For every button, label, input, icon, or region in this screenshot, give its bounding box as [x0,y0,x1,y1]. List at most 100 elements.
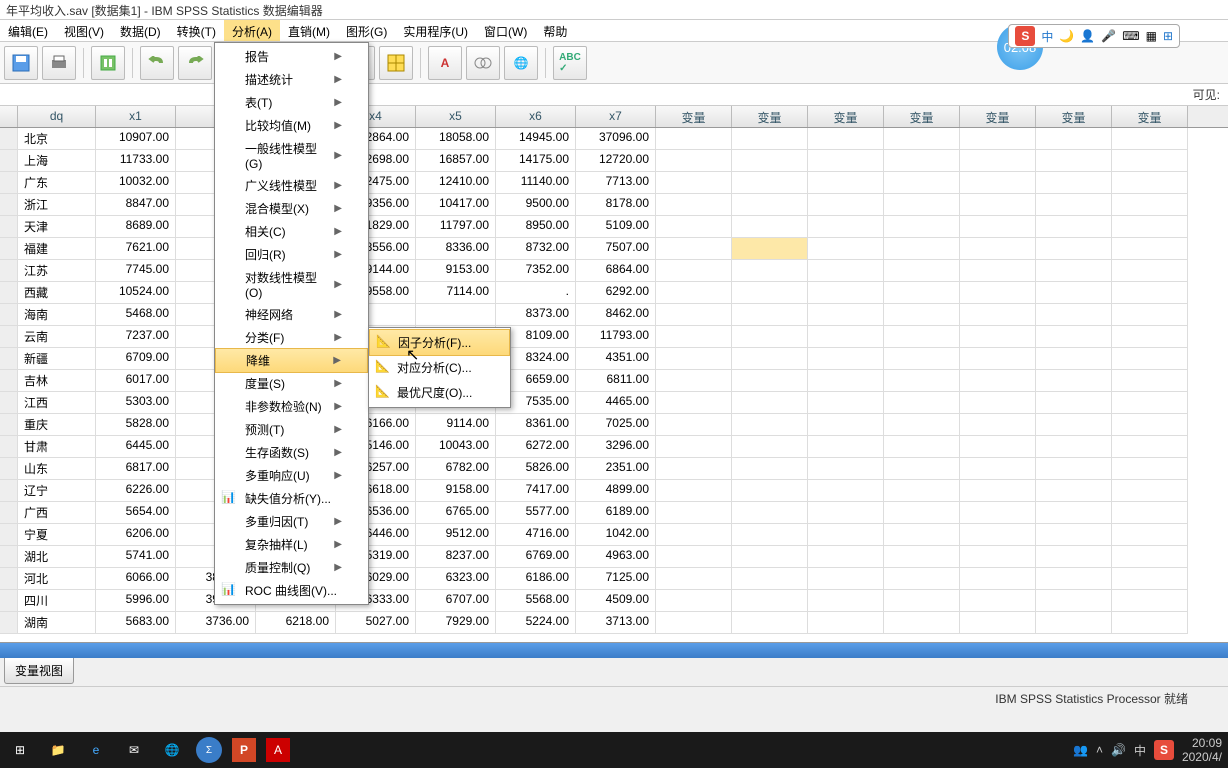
data-cell[interactable]: 8847.00 [96,194,176,216]
data-cell[interactable] [884,436,960,458]
data-cell[interactable] [808,304,884,326]
menu-dropdown-item[interactable]: 预测(T)▶ [215,418,368,441]
data-cell[interactable] [884,392,960,414]
data-cell[interactable]: 8373.00 [496,304,576,326]
data-cell[interactable] [732,194,808,216]
menu-dropdown-item[interactable]: 描述统计▶ [215,68,368,91]
data-cell[interactable] [1036,458,1112,480]
data-cell[interactable]: 8732.00 [496,238,576,260]
data-cell[interactable] [808,348,884,370]
data-cell[interactable]: 6445.00 [96,436,176,458]
data-cell[interactable] [1112,568,1188,590]
data-cell[interactable]: 5826.00 [496,458,576,480]
data-cell[interactable]: 9114.00 [416,414,496,436]
data-cell[interactable] [732,392,808,414]
data-cell[interactable]: 西藏 [18,282,96,304]
grid-icon[interactable]: ▦ [1146,29,1157,43]
data-cell[interactable]: 6292.00 [576,282,656,304]
data-cell[interactable] [1036,524,1112,546]
data-cell[interactable] [732,172,808,194]
data-cell[interactable] [656,326,732,348]
grid2-icon[interactable] [379,46,413,80]
label-icon[interactable]: A [428,46,462,80]
data-cell[interactable]: 8361.00 [496,414,576,436]
mail-icon[interactable]: ✉ [120,736,148,764]
column-header[interactable]: 变量 [656,106,732,127]
data-cell[interactable] [656,172,732,194]
data-cell[interactable] [732,502,808,524]
data-cell[interactable] [1112,524,1188,546]
data-cell[interactable] [960,326,1036,348]
data-cell[interactable] [1036,370,1112,392]
sogou-tray-icon[interactable]: S [1154,740,1174,760]
data-cell[interactable] [732,524,808,546]
data-cell[interactable] [884,458,960,480]
data-cell[interactable]: 4963.00 [576,546,656,568]
menu-dropdown-item[interactable]: 相关(C)▶ [215,220,368,243]
data-cell[interactable] [884,480,960,502]
data-cell[interactable]: 4716.00 [496,524,576,546]
data-cell[interactable] [732,282,808,304]
data-cell[interactable]: 6189.00 [576,502,656,524]
print-icon[interactable] [42,46,76,80]
data-cell[interactable]: 5741.00 [96,546,176,568]
data-cell[interactable] [960,392,1036,414]
data-cell[interactable] [732,414,808,436]
data-cell[interactable]: 江西 [18,392,96,414]
data-cell[interactable] [808,194,884,216]
data-cell[interactable] [1036,238,1112,260]
data-cell[interactable] [1036,128,1112,150]
variable-view-tab[interactable]: 变量视图 [4,658,74,684]
data-cell[interactable] [656,568,732,590]
menu-dropdown-item[interactable]: 非参数检验(N)▶ [215,395,368,418]
data-cell[interactable] [884,238,960,260]
data-cell[interactable] [960,348,1036,370]
menu-dropdown-item[interactable]: 混合模型(X)▶ [215,197,368,220]
data-cell[interactable]: 7237.00 [96,326,176,348]
globe-icon[interactable]: 🌐 [504,46,538,80]
data-cell[interactable]: 宁夏 [18,524,96,546]
data-cell[interactable]: 1042.00 [576,524,656,546]
data-cell[interactable]: 7025.00 [576,414,656,436]
data-cell[interactable]: 11793.00 [576,326,656,348]
data-cell[interactable] [1112,480,1188,502]
menu-dropdown-item[interactable]: 生存函数(S)▶ [215,441,368,464]
data-cell[interactable]: 4899.00 [576,480,656,502]
data-cell[interactable] [656,546,732,568]
data-cell[interactable] [1036,348,1112,370]
menu-dropdown-item[interactable]: 回归(R)▶ [215,243,368,266]
start-icon[interactable]: ⊞ [6,736,34,764]
menu-item[interactable]: 帮助 [535,20,575,41]
analyze-menu-dropdown[interactable]: 报告▶描述统计▶表(T)▶比较均值(M)▶一般线性模型(G)▶广义线性模型▶混合… [214,42,369,605]
data-cell[interactable] [1036,546,1112,568]
data-cell[interactable]: 重庆 [18,414,96,436]
data-cell[interactable]: 8462.00 [576,304,656,326]
data-cell[interactable]: 2351.00 [576,458,656,480]
data-cell[interactable] [1036,568,1112,590]
data-cell[interactable] [884,172,960,194]
data-cell[interactable]: 天津 [18,216,96,238]
data-cell[interactable] [960,612,1036,634]
data-cell[interactable]: 14945.00 [496,128,576,150]
data-cell[interactable] [1112,392,1188,414]
data-cell[interactable]: 河北 [18,568,96,590]
data-cell[interactable] [1036,304,1112,326]
menu-dropdown-item[interactable]: 神经网络▶ [215,303,368,326]
data-cell[interactable] [960,568,1036,590]
apps-icon[interactable]: ⊞ [1163,29,1173,43]
data-cell[interactable] [732,216,808,238]
data-cell[interactable] [960,480,1036,502]
data-cell[interactable] [1112,304,1188,326]
data-cell[interactable]: 5303.00 [96,392,176,414]
data-cell[interactable] [808,480,884,502]
menu-dropdown-item[interactable]: 分类(F)▶ [215,326,368,349]
data-cell[interactable] [1036,612,1112,634]
data-cell[interactable] [656,590,732,612]
data-cell[interactable] [808,216,884,238]
menu-dropdown-item[interactable]: ROC 曲线图(V)...📊 [215,579,368,602]
menu-dropdown-item[interactable]: 比较均值(M)▶ [215,114,368,137]
data-cell[interactable]: 5224.00 [496,612,576,634]
data-cell[interactable] [1112,326,1188,348]
tray-lang[interactable]: 中 [1134,742,1146,759]
ime-bar[interactable]: S 中 🌙 👤 🎤 ⌨ ▦ ⊞ [1008,24,1180,48]
